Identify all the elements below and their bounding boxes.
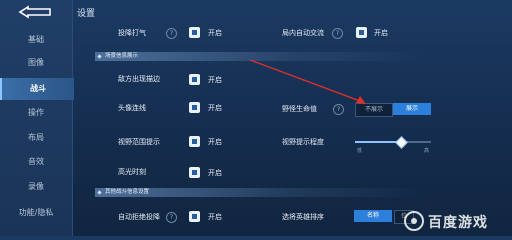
watermark-text: 百度游戏	[428, 215, 488, 231]
red-arrow-annotation	[249, 59, 366, 104]
